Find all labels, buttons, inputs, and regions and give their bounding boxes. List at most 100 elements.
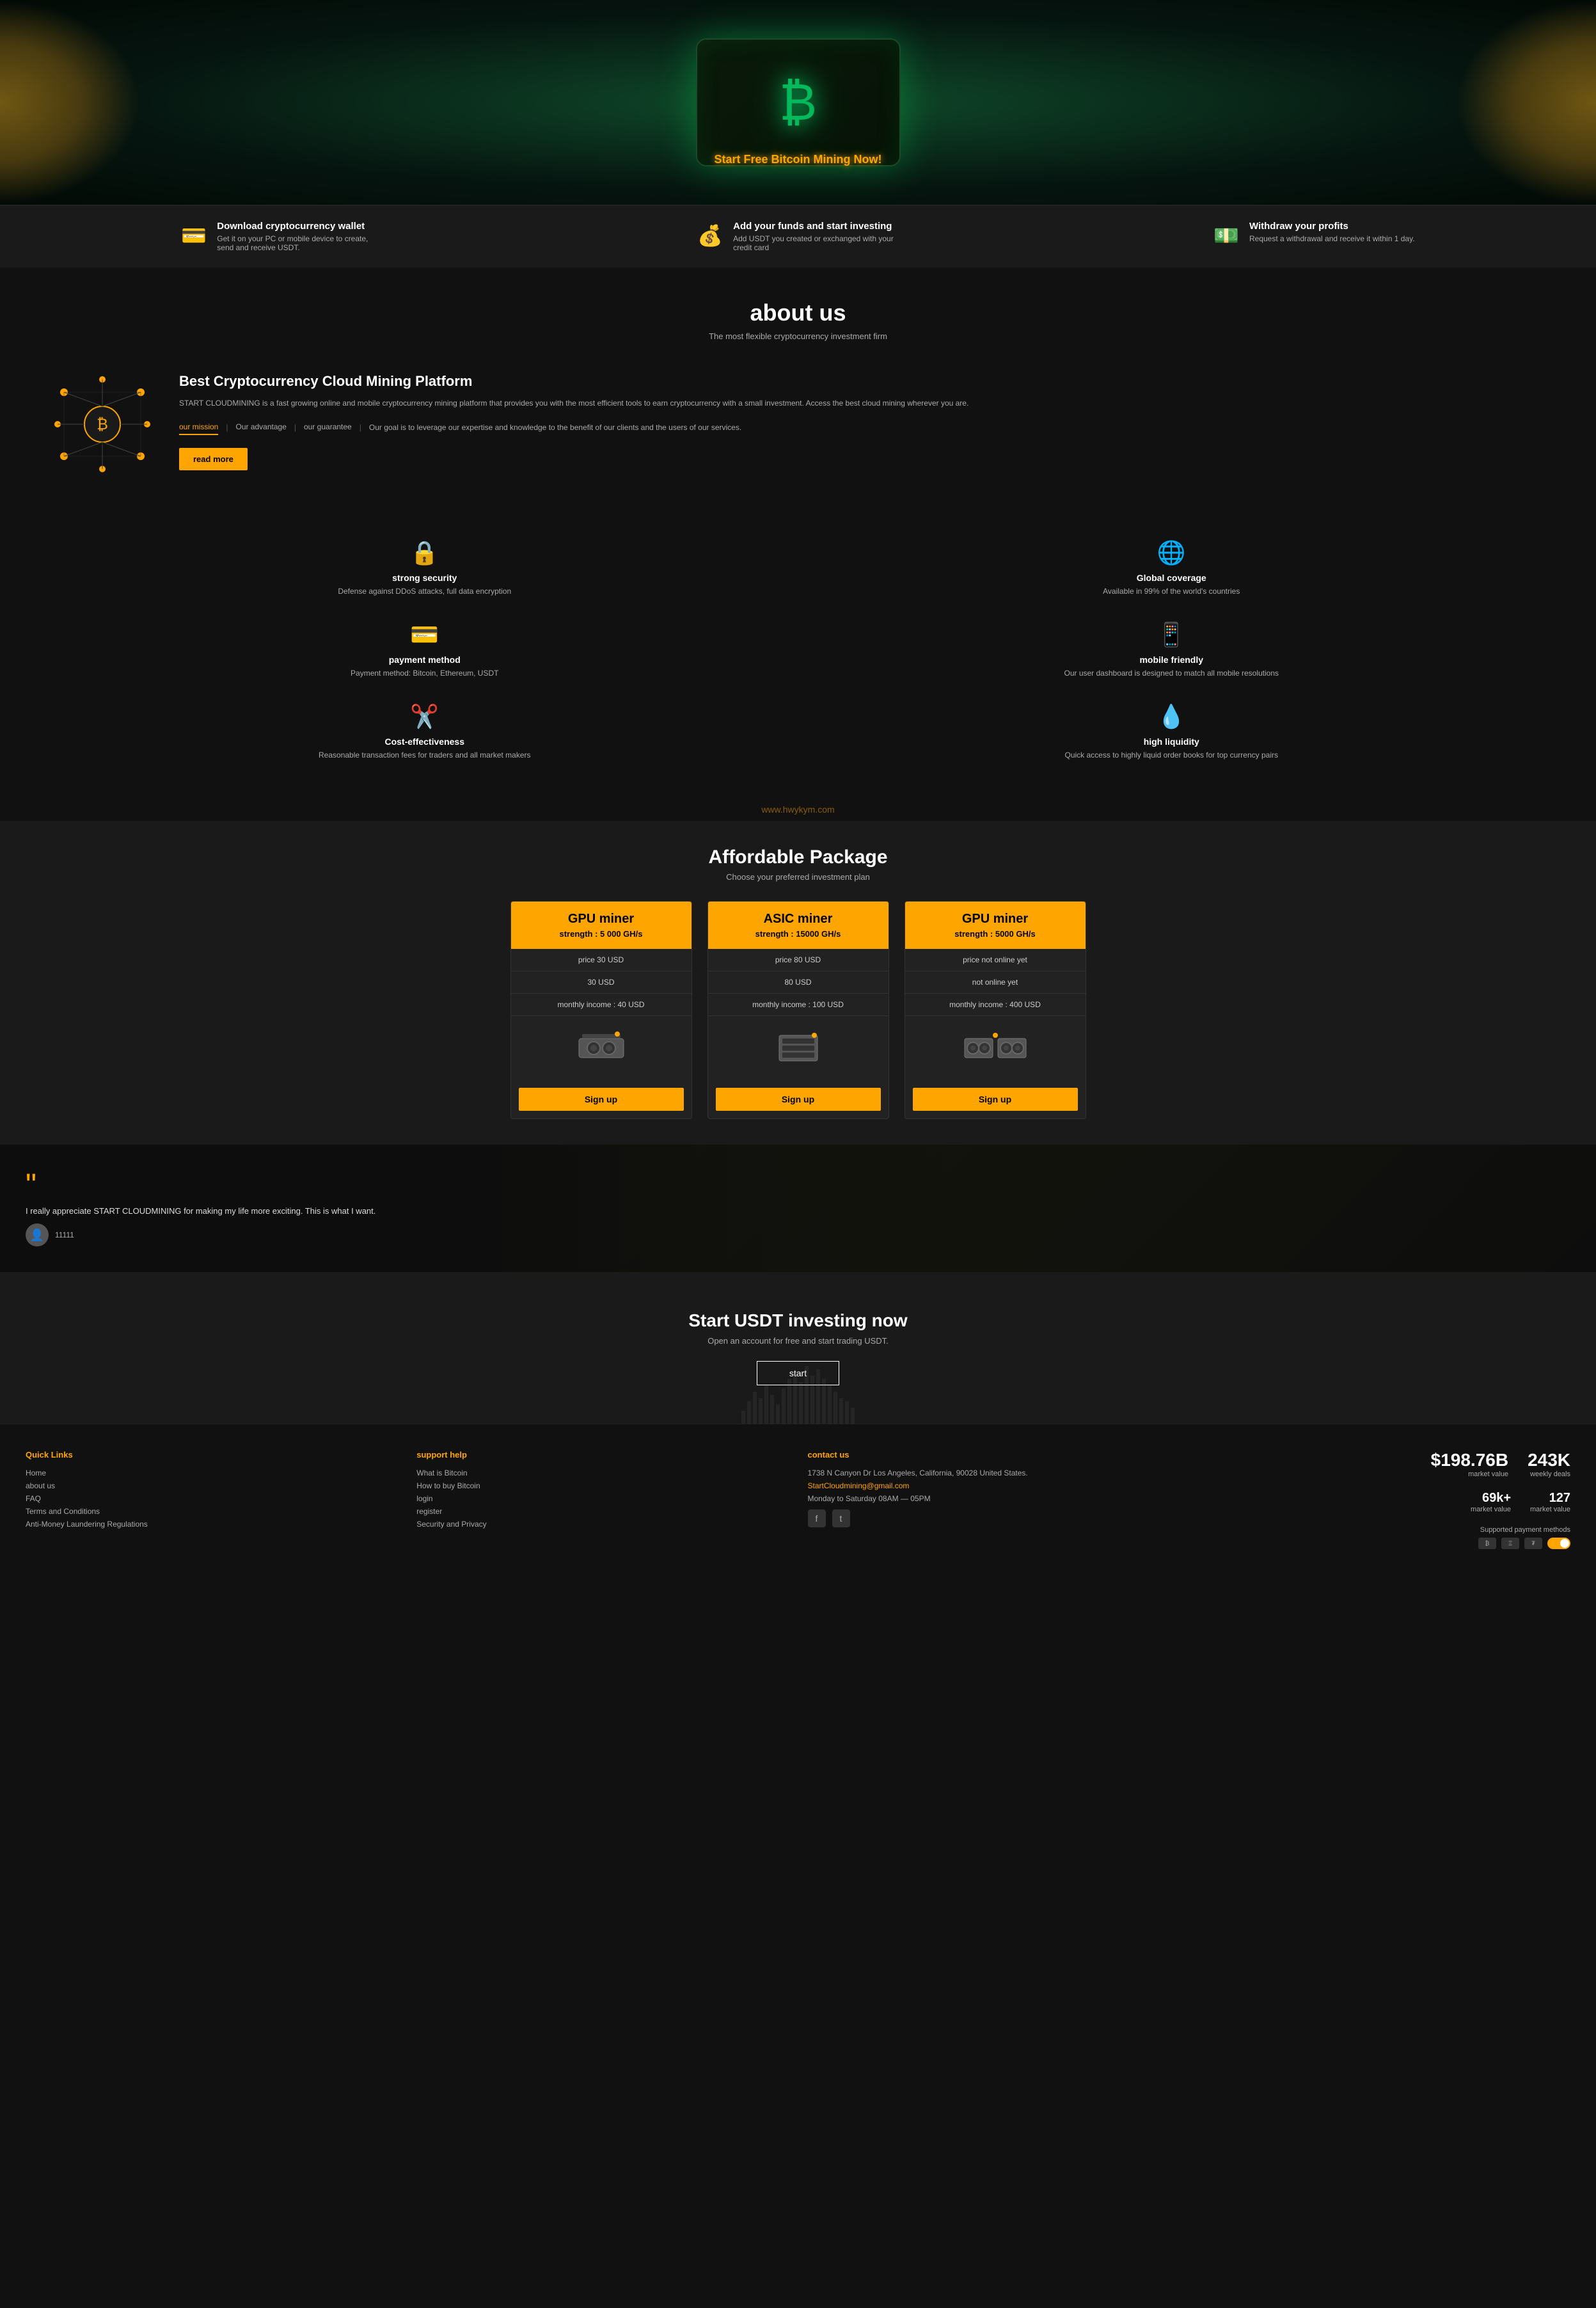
pkg-gpu1-footer: Sign up [511,1080,691,1118]
about-content: ₿ Best Cryptocurrency Cloud Mining Platf… [0,354,1596,507]
footer-link-home[interactable]: Home [26,1468,397,1477]
pkg-asic-price: price 80 USD [708,949,889,971]
liquidity-icon: 💧 [1157,703,1186,730]
feature-global-desc: Available in 99% of the world's countrie… [1103,587,1240,596]
footer-quick-links-title: Quick Links [26,1450,397,1460]
tab-our-advantage[interactable]: Our advantage [235,420,286,435]
tab-our-guarantee[interactable]: our guarantee [304,420,352,435]
pkg-asic-monthly: monthly income : 100 USD [708,994,889,1016]
info-withdraw-desc: Request a withdrawal and receive it with… [1249,234,1415,243]
footer-link-faq[interactable]: FAQ [26,1494,397,1503]
stat-69k-value: 69k+ [1471,1491,1511,1506]
pkg-gpu1-price: price 30 USD [511,949,691,971]
pkg-gpu2-image [905,1016,1086,1080]
feature-security-title: strong security [392,573,457,583]
footer-email[interactable]: StartCloudmining@gmail.com [808,1481,1180,1490]
pkg-gpu2-strength: strength : 5000 GH/s [915,929,1075,939]
footer-link-login[interactable]: login [416,1494,788,1503]
feature-security-desc: Defense against DDoS attacks, full data … [338,587,511,596]
feature-cost-title: Cost-effectiveness [385,736,465,747]
footer-link-security[interactable]: Security and Privacy [416,1520,788,1529]
hero-cta[interactable]: Start Free Bitcoin Mining Now! [714,153,881,166]
footer-link-register[interactable]: register [416,1507,788,1516]
signup-button-gpu2[interactable]: Sign up [913,1088,1078,1111]
cta-section: Start USDT investing now Open an account… [0,1272,1596,1424]
feature-global-coverage: 🌐 Global coverage Available in 99% of th… [798,527,1545,609]
signup-button-gpu1[interactable]: Sign up [519,1088,684,1111]
facebook-icon[interactable]: f [808,1509,826,1527]
package-gpu-miner-2: GPU miner strength : 5000 GH/s price not… [905,901,1086,1119]
footer: Quick Links Home about us FAQ Terms and … [0,1424,1596,1575]
pkg-asic-name: ASIC miner [718,912,878,927]
footer-contact: contact us 1738 N Canyon Dr Los Angeles,… [808,1450,1180,1549]
wallet-icon: 💳 [181,223,207,248]
cta-start-button[interactable]: start [757,1361,839,1385]
feature-payment-desc: Payment method: Bitcoin, Ethereum, USDT [351,669,498,678]
about-text: Best Cryptocurrency Cloud Mining Platfor… [179,373,1545,470]
footer-link-terms[interactable]: Terms and Conditions [26,1507,397,1516]
stat-row-top: $198.76B market value 243K weekly deals [1199,1450,1570,1484]
cost-icon: ✂️ [410,703,439,730]
testimonial-username: 11111 [55,1230,74,1239]
feature-payment-method: 💳 payment method Payment method: Bitcoin… [51,609,798,690]
info-invest-title: Add your funds and start investing [733,221,902,232]
footer-quick-links: Quick Links Home about us FAQ Terms and … [26,1450,397,1549]
pkg-gpu2-daily: not online yet [905,971,1086,994]
footer-stats: $198.76B market value 243K weekly deals … [1199,1450,1570,1549]
package-header-gpu1: GPU miner strength : 5 000 GH/s [511,902,691,949]
footer-contact-title: contact us [808,1450,1180,1460]
toggle-knob [1560,1539,1569,1548]
pkg-asic-daily: 80 USD [708,971,889,994]
feature-mobile-desc: Our user dashboard is designed to match … [1064,669,1279,678]
bitcoin-icon: ₿ [779,73,817,132]
tab-separator-1: | [218,423,235,432]
security-icon: 🔒 [410,539,439,566]
payment-methods: Supported payment methods ₿ Ξ ₮ [1199,1526,1570,1549]
twitter-icon[interactable]: t [832,1509,850,1527]
cta-title: Start USDT investing now [26,1310,1570,1331]
feature-liquidity-title: high liquidity [1144,736,1199,747]
footer-link-aml[interactable]: Anti-Money Laundering Regulations [26,1520,397,1529]
tab-our-mission[interactable]: our mission [179,420,218,435]
package-header-gpu2: GPU miner strength : 5000 GH/s [905,902,1086,949]
about-title: about us [26,299,1570,326]
packages-grid: GPU miner strength : 5 000 GH/s price 30… [510,901,1086,1119]
hero-phone: ₿ [696,38,901,166]
network-graphic: ₿ [51,373,154,488]
pkg-gpu1-image [511,1016,691,1080]
info-withdraw-title: Withdraw your profits [1249,221,1415,232]
info-wallet-desc: Get it on your PC or mobile device to cr… [217,234,386,252]
pkg-asic-image [708,1016,889,1080]
signup-button-asic[interactable]: Sign up [716,1088,881,1111]
info-item-wallet: 💳 Download cryptocurrency wallet Get it … [181,221,386,252]
package-asic-miner: ASIC miner strength : 15000 GH/s price 8… [707,901,889,1119]
pkg-gpu2-monthly: monthly income : 400 USD [905,994,1086,1016]
footer-grid: Quick Links Home about us FAQ Terms and … [26,1450,1570,1549]
about-card-title: Best Cryptocurrency Cloud Mining Platfor… [179,373,1545,390]
read-more-button[interactable]: read more [179,448,248,470]
payment-icons: ₿ Ξ ₮ [1199,1538,1570,1549]
watermark: www.hwykym.com [0,798,1596,821]
hero-coins-left [0,0,141,205]
stat-69k-label: market value [1471,1506,1511,1513]
about-subtitle: The most flexible cryptocurrency investm… [26,331,1570,341]
cta-subtitle: Open an account for free and start tradi… [26,1336,1570,1346]
mobile-icon: 📱 [1157,621,1186,648]
quote-mark: " [26,1170,1570,1201]
testimonial-content: " I really appreciate START CLOUDMINING … [26,1170,1570,1246]
toggle-switch[interactable] [1547,1538,1570,1549]
packages-section: Affordable Package Choose your preferred… [0,821,1596,1145]
global-icon: 🌐 [1157,539,1186,566]
pkg-asic-footer: Sign up [708,1080,889,1118]
info-bar: 💳 Download cryptocurrency wallet Get it … [0,205,1596,267]
about-section-header: about us The most flexible cryptocurrenc… [0,267,1596,354]
testimonial-section: " I really appreciate START CLOUDMINING … [0,1145,1596,1272]
payment-icon-1: ₿ [1478,1538,1496,1549]
footer-link-what-bitcoin[interactable]: What is Bitcoin [416,1468,788,1477]
footer-link-buy-bitcoin[interactable]: How to buy Bitcoin [416,1481,788,1490]
stat-market-cap-value: $198.76B [1431,1450,1508,1470]
pkg-gpu1-strength: strength : 5 000 GH/s [521,929,681,939]
social-icons: f t [808,1509,1180,1527]
footer-link-about[interactable]: about us [26,1481,397,1490]
payment-icon-3: ₮ [1524,1538,1542,1549]
